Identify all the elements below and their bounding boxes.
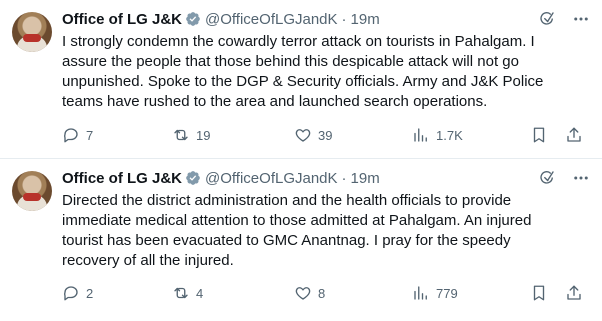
bookmark-button[interactable]	[530, 283, 548, 303]
bookmark-icon	[533, 127, 545, 143]
repost-button[interactable]: 4	[172, 283, 203, 303]
reply-count: 7	[86, 127, 94, 143]
reply-icon	[63, 128, 78, 143]
repost-icon	[174, 129, 188, 141]
verified-badge-icon	[186, 171, 200, 185]
tweet-actions: 2 4 8 779	[62, 283, 590, 303]
like-count: 39	[318, 127, 333, 143]
separator: ·	[341, 10, 347, 28]
reply-icon	[63, 286, 78, 301]
repost-icon	[174, 287, 188, 299]
separator: ·	[341, 169, 347, 187]
views-button[interactable]: 1.7K	[412, 125, 463, 145]
like-icon	[295, 129, 311, 142]
like-button[interactable]: 39	[294, 125, 332, 145]
avatar[interactable]	[12, 171, 52, 211]
share-icon	[567, 127, 581, 142]
more-options-icon[interactable]	[572, 169, 590, 187]
avatar-scarf	[23, 193, 41, 201]
share-button[interactable]	[565, 125, 583, 145]
repost-count: 19	[196, 127, 211, 143]
author-name[interactable]: Office of LG J&K	[62, 170, 182, 187]
author-handle[interactable]: @OfficeOfLGJandK	[205, 170, 338, 187]
views-icon	[414, 286, 427, 300]
views-count: 1.7K	[436, 127, 463, 143]
tweet-header: Office of LG J&K @OfficeOfLGJandK · 19m	[62, 168, 590, 188]
views-button[interactable]: 779	[412, 283, 458, 303]
bookmark-icon	[533, 285, 545, 301]
views-count: 779	[436, 285, 458, 301]
like-icon	[295, 287, 311, 300]
author-name[interactable]: Office of LG J&K	[62, 11, 182, 28]
tweet[interactable]: Office of LG J&K @OfficeOfLGJandK · 19m …	[0, 159, 602, 321]
like-button[interactable]: 8	[294, 283, 325, 303]
share-button[interactable]	[565, 283, 583, 303]
share-icon	[567, 285, 581, 300]
views-icon	[414, 128, 427, 142]
reply-button[interactable]: 2	[62, 283, 93, 303]
timeline: Office of LG J&K @OfficeOfLGJandK · 19m …	[0, 0, 602, 321]
avatar[interactable]	[12, 12, 52, 52]
timestamp[interactable]: 19m	[351, 11, 380, 28]
header-actions	[538, 9, 590, 29]
avatar-scarf	[23, 34, 41, 42]
reply-button[interactable]: 7	[62, 125, 93, 145]
grok-icon[interactable]	[538, 169, 556, 187]
tweet[interactable]: Office of LG J&K @OfficeOfLGJandK · 19m …	[0, 0, 602, 159]
verified-badge-icon	[186, 12, 200, 26]
timestamp[interactable]: 19m	[351, 170, 380, 187]
tweet-text: I strongly condemn the cowardly terror a…	[62, 33, 544, 110]
more-options-icon[interactable]	[572, 10, 590, 28]
author-handle[interactable]: @OfficeOfLGJandK	[205, 11, 338, 28]
tweet-text: Directed the district administration and…	[62, 192, 532, 269]
tweet-header: Office of LG J&K @OfficeOfLGJandK · 19m	[62, 9, 590, 29]
repost-button[interactable]: 19	[172, 125, 210, 145]
header-actions	[538, 168, 590, 188]
like-count: 8	[318, 285, 326, 301]
tweet-actions: 7 19 39 1.7K	[62, 125, 590, 145]
bookmark-button[interactable]	[530, 125, 548, 145]
reply-count: 2	[86, 285, 94, 301]
grok-icon[interactable]	[538, 10, 556, 28]
repost-count: 4	[196, 285, 204, 301]
